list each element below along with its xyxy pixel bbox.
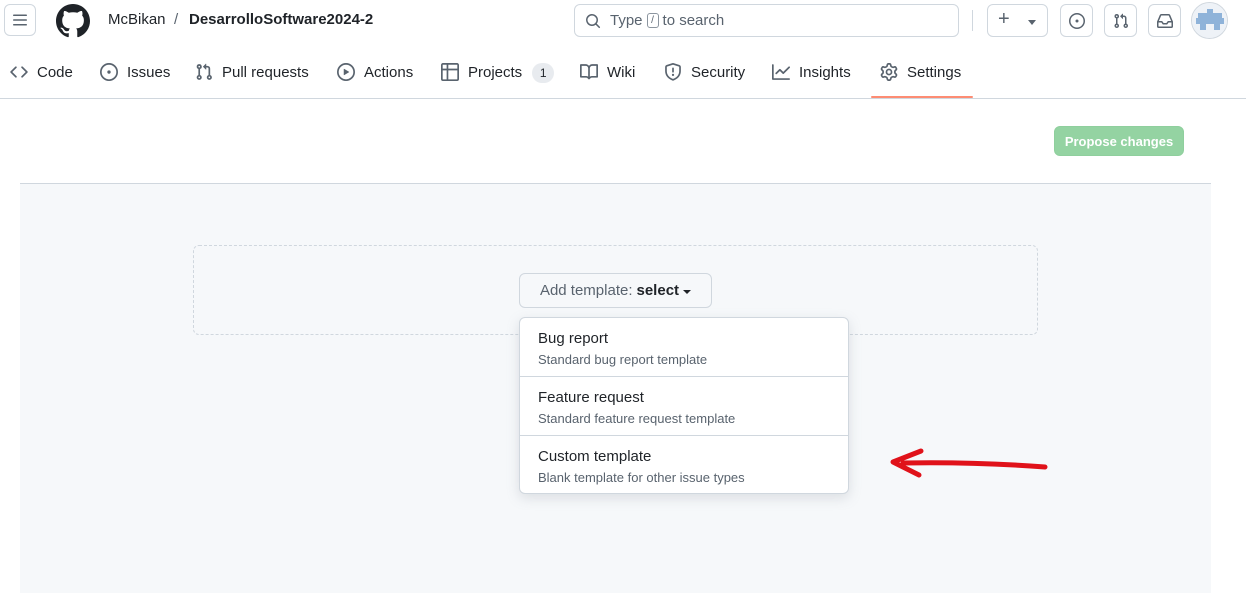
top-header: McBikan / DesarrolloSoftware2024-2 Type … (0, 0, 1246, 42)
avatar-identicon (1192, 3, 1227, 38)
search-placeholder-suffix: to search (662, 12, 725, 29)
template-option-title: Bug report (538, 330, 609, 347)
tab-settings-label: Settings (907, 64, 962, 81)
add-template-selected: select (636, 282, 680, 299)
projects-count-badge: 1 (532, 63, 555, 83)
tab-insights[interactable]: Insights (772, 52, 851, 98)
shield-icon (665, 63, 681, 81)
add-template-select-button[interactable]: Add template: select (519, 273, 712, 308)
template-option-description: Standard feature request template (538, 411, 736, 426)
pull-request-icon (1113, 13, 1128, 28)
template-dropdown-menu: Bug report Standard bug report template … (519, 317, 849, 494)
tab-code-label: Code (37, 64, 73, 81)
hamburger-icon (13, 14, 27, 26)
add-template-prefix: Add template: (539, 282, 633, 299)
tab-actions-label: Actions (364, 64, 414, 81)
tab-security[interactable]: Security (664, 52, 745, 98)
tab-pull-requests-label: Pull requests (222, 64, 309, 81)
book-icon (580, 64, 598, 80)
pull-request-icon (196, 63, 212, 80)
tab-issues-label: Issues (127, 64, 171, 81)
template-option-feature-request[interactable]: Feature request Standard feature request… (520, 376, 848, 435)
user-avatar[interactable] (1191, 2, 1228, 39)
gear-icon (880, 63, 898, 81)
template-option-bug-report[interactable]: Bug report Standard bug report template (520, 318, 848, 377)
tab-projects-label: Projects (468, 64, 523, 81)
search-input[interactable]: Type / to search (574, 4, 959, 37)
template-option-title: Feature request (538, 389, 644, 406)
tab-settings[interactable]: Settings (880, 52, 961, 98)
template-option-description: Blank template for other issue types (538, 470, 745, 485)
tab-wiki-label: Wiki (607, 64, 636, 81)
tab-insights-label: Insights (799, 64, 851, 81)
search-shortcut-key: / (646, 13, 659, 28)
pull-requests-button[interactable] (1104, 4, 1137, 37)
table-icon (441, 63, 459, 81)
search-placeholder-prefix: Type (610, 12, 643, 29)
play-icon (337, 63, 355, 81)
tab-projects[interactable]: Projects 1 (441, 52, 555, 98)
caret-down-icon (683, 289, 692, 294)
active-tab-underline (871, 96, 973, 98)
search-icon (586, 13, 601, 28)
tab-security-label: Security (691, 64, 746, 81)
tab-wiki[interactable]: Wiki (580, 52, 635, 98)
create-new-button[interactable]: + (987, 4, 1048, 37)
issue-icon (100, 63, 118, 81)
tab-code[interactable]: Code (10, 52, 73, 98)
hamburger-button[interactable] (4, 4, 36, 36)
issues-button[interactable] (1060, 4, 1093, 37)
tab-issues[interactable]: Issues (100, 52, 170, 98)
breadcrumb-separator: / (174, 11, 179, 28)
plus-icon: + (998, 8, 1010, 30)
template-option-title: Custom template (538, 448, 652, 465)
caret-down-icon (1028, 20, 1036, 25)
template-option-description: Standard bug report template (538, 352, 708, 367)
breadcrumb-owner[interactable]: McBikan (108, 11, 166, 28)
tab-pull-requests[interactable]: Pull requests (195, 52, 309, 98)
header-divider (972, 10, 973, 31)
repo-nav: Code Issues Pull requests Actions Projec… (0, 52, 1246, 99)
code-icon (10, 66, 28, 78)
issue-icon (1068, 12, 1085, 29)
github-logo[interactable] (56, 4, 90, 38)
graph-icon (772, 64, 790, 80)
breadcrumb-repo[interactable]: DesarrolloSoftware2024-2 (189, 11, 373, 28)
inbox-icon (1156, 13, 1173, 28)
propose-changes-button[interactable]: Propose changes (1054, 126, 1184, 156)
tab-actions[interactable]: Actions (337, 52, 413, 98)
annotation-arrow-icon (890, 448, 1048, 478)
template-option-custom-template[interactable]: Custom template Blank template for other… (520, 435, 848, 493)
inbox-button[interactable] (1148, 4, 1181, 37)
